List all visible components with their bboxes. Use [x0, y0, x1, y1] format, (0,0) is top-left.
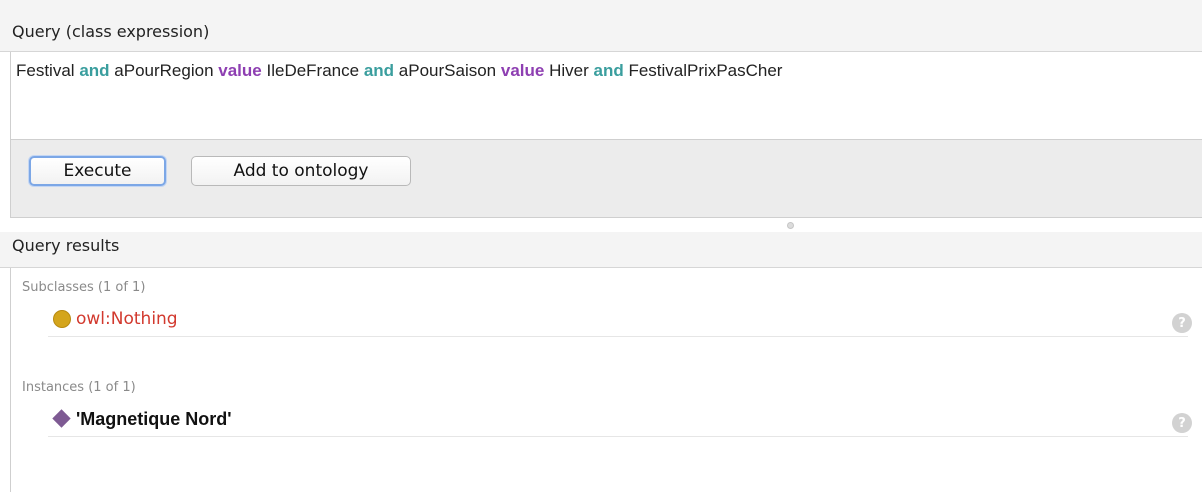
- help-icon[interactable]: ?: [1172, 413, 1192, 433]
- result-label[interactable]: 'Magnetique Nord': [76, 409, 232, 430]
- execute-button[interactable]: Execute: [29, 156, 166, 186]
- query-panel-title: Query (class expression): [12, 22, 210, 41]
- expression-token: Hiver: [549, 61, 589, 80]
- results-panel-title: Query results: [12, 236, 120, 255]
- subclass-result-row[interactable]: owl:Nothing: [48, 305, 1188, 337]
- help-icon[interactable]: ?: [1172, 313, 1192, 333]
- dl-query-view: Query (class expression) Festival and aP…: [0, 0, 1202, 492]
- result-label[interactable]: owl:Nothing: [76, 309, 178, 329]
- results-panel-header: Query results: [0, 232, 1202, 268]
- split-pane-divider[interactable]: [0, 218, 1202, 232]
- instance-result-row[interactable]: 'Magnetique Nord': [48, 405, 1188, 437]
- instances-section-label: Instances (1 of 1): [22, 380, 136, 395]
- add-to-ontology-button[interactable]: Add to ontology: [191, 156, 411, 186]
- expression-token: Festival: [16, 61, 75, 80]
- keyword-and: and: [79, 61, 110, 80]
- keyword-value: value: [218, 61, 262, 80]
- query-panel-header: Query (class expression): [0, 0, 1202, 52]
- keyword-value: value: [500, 61, 545, 80]
- splitter-handle-icon[interactable]: [787, 222, 794, 229]
- expression-token: aPourSaison: [398, 61, 497, 80]
- individual-icon: [52, 409, 71, 428]
- expression-token: FestivalPrixPasCher: [628, 61, 783, 80]
- expression-token: aPourRegion: [114, 61, 214, 80]
- query-button-bar: Execute Add to ontology: [10, 140, 1202, 218]
- query-expression-editor[interactable]: Festival and aPourRegion value IleDeFran…: [10, 52, 1202, 140]
- results-list: Subclasses (1 of 1) owl:Nothing ? Instan…: [10, 268, 1202, 492]
- subclasses-section-label: Subclasses (1 of 1): [22, 280, 146, 295]
- query-expression-text[interactable]: Festival and aPourRegion value IleDeFran…: [16, 61, 782, 81]
- class-icon: [53, 310, 71, 328]
- expression-token: IleDeFrance: [266, 61, 360, 80]
- keyword-and: and: [363, 61, 395, 80]
- keyword-and: and: [593, 61, 624, 80]
